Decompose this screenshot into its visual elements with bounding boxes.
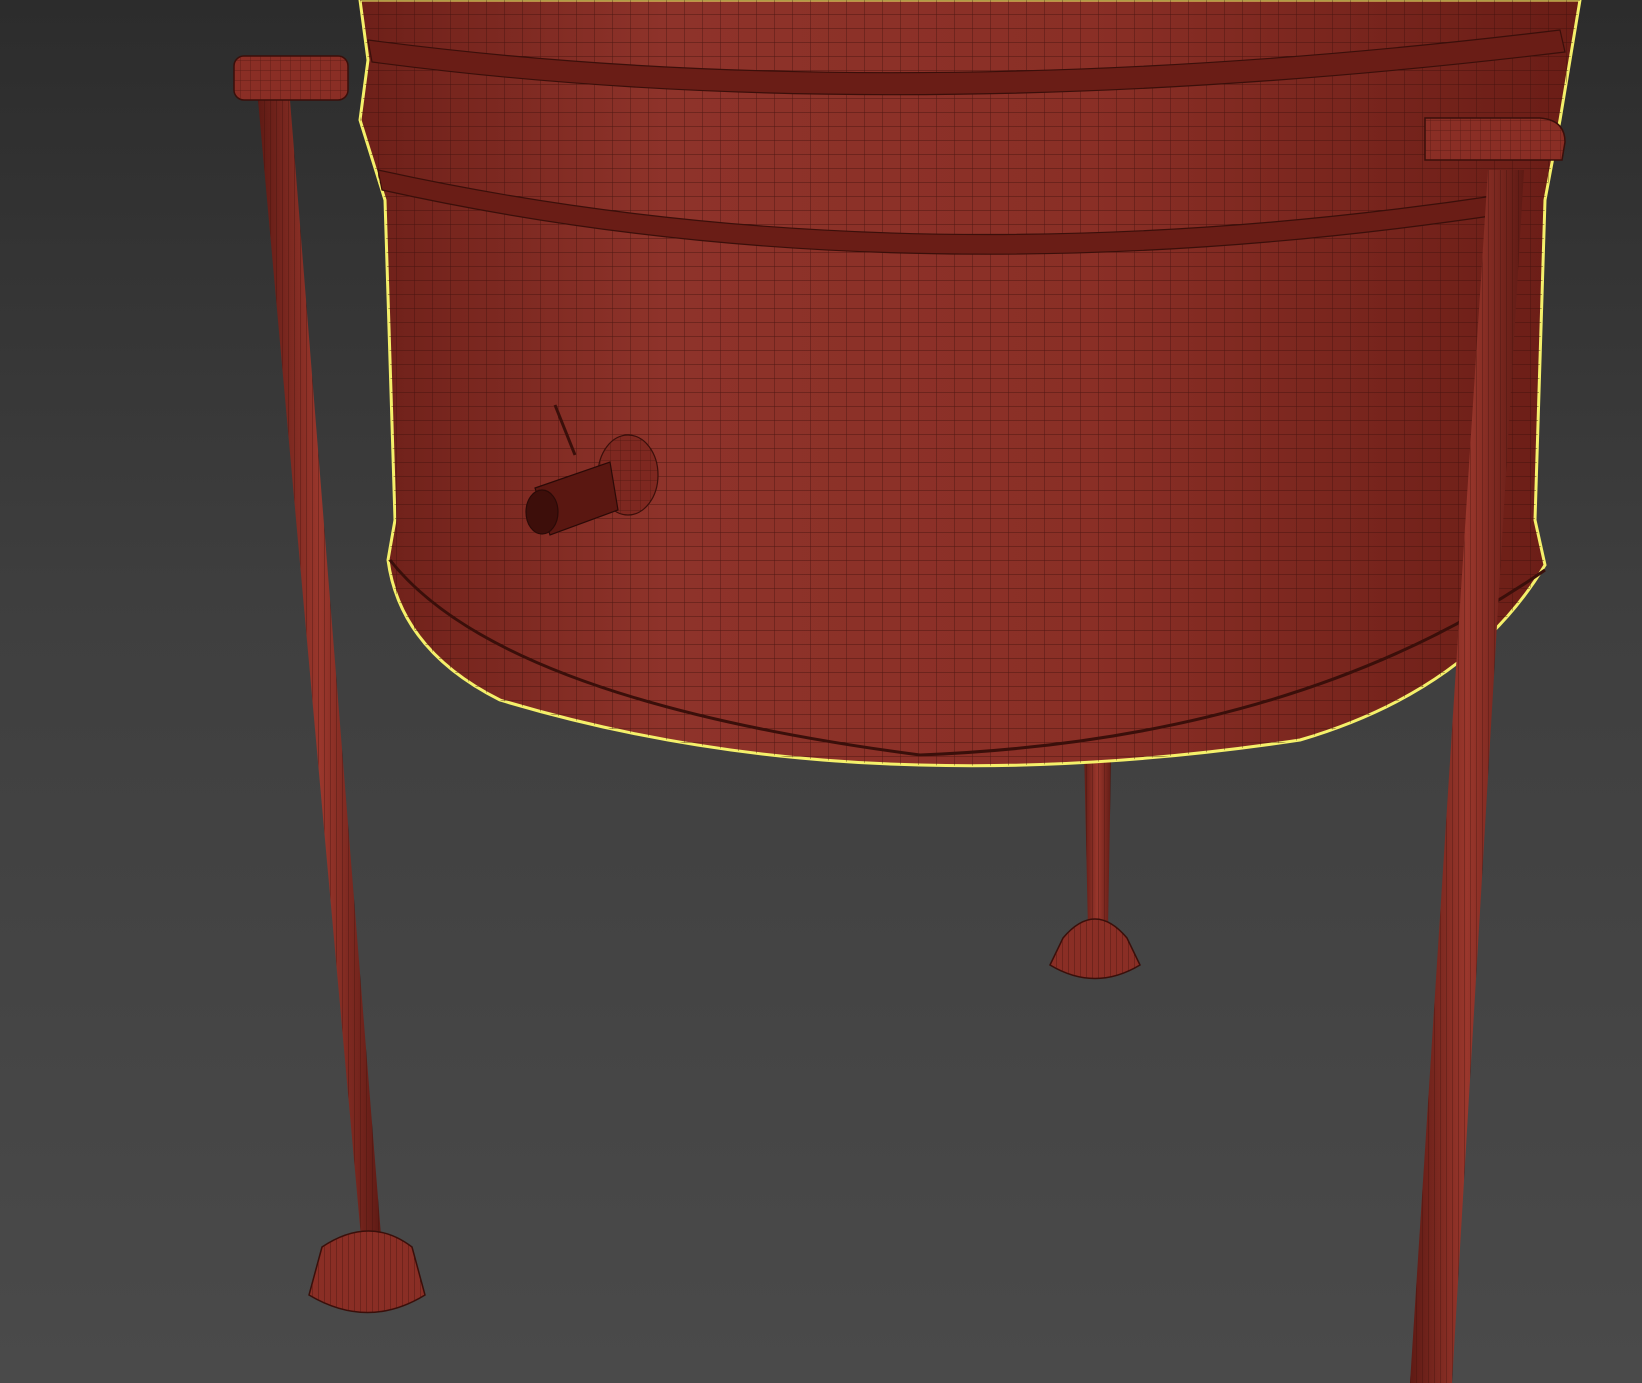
- leg-left[interactable]: [258, 100, 382, 1248]
- viewport-scene[interactable]: [0, 0, 1642, 1383]
- tank-body[interactable]: [358, 0, 1582, 768]
- foot-left[interactable]: [308, 1230, 426, 1314]
- bracket-left[interactable]: [233, 55, 349, 101]
- foot-back[interactable]: [1049, 918, 1141, 980]
- bracket-right[interactable]: [1424, 117, 1566, 161]
- 3d-viewport[interactable]: [0, 0, 1642, 1383]
